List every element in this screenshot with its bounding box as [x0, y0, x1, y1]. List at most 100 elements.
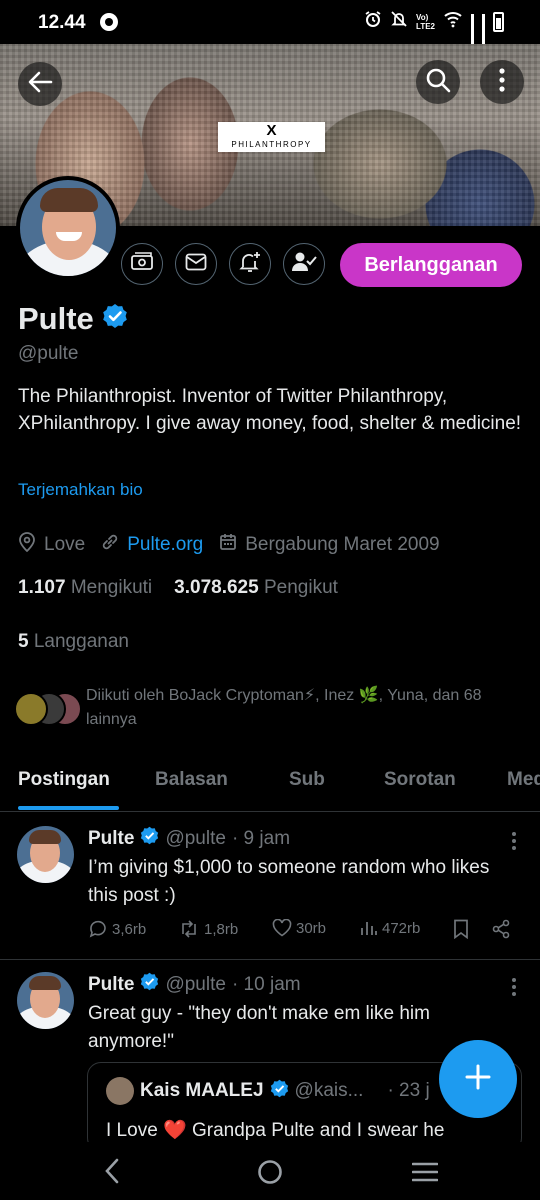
tab-posts[interactable]: Postingan — [18, 769, 110, 791]
profile-avatar[interactable] — [16, 176, 120, 280]
subscriptions-label: Langganan — [33, 631, 129, 652]
mute-icon — [390, 10, 408, 33]
views-icon — [361, 922, 377, 935]
verified-badge-icon — [140, 826, 159, 851]
repost-icon — [182, 920, 196, 938]
post-item[interactable]: Pulte @pulte · 9 jam I’m giving $1,000 t… — [0, 826, 540, 956]
profile-tabs: Postingan Balasan Sub Sorotan Media — [0, 764, 540, 812]
post-time: · 10 jam — [231, 973, 301, 995]
profile-name-text: Pulte — [18, 301, 94, 336]
post-time: · 9 jam — [231, 827, 291, 849]
like-button[interactable]: 30rb — [272, 919, 326, 937]
chevron-left-icon — [105, 1158, 119, 1184]
circle-home-icon — [258, 1160, 282, 1184]
like-count: 30rb — [296, 919, 327, 937]
followers-label: Pengikut — [263, 577, 338, 598]
back-button[interactable] — [18, 62, 62, 106]
arrow-left-icon — [27, 71, 53, 98]
post-more-icon[interactable] — [512, 832, 516, 850]
tab-media[interactable]: Media — [507, 769, 540, 791]
quote-handle: @kais... — [294, 1080, 364, 1101]
profile-handle: @pulte — [18, 343, 79, 364]
profile-actions — [121, 243, 325, 285]
following-button[interactable] — [283, 243, 325, 285]
quote-header: Kais MAALEJ @kais... · 23 j — [106, 1077, 430, 1105]
status-icons: Vo) LTE2 — [364, 10, 504, 49]
post-author[interactable]: Pulte — [88, 974, 134, 996]
post-header: Pulte @pulte · 9 jam — [88, 826, 290, 851]
link-icon — [101, 533, 119, 557]
nav-back-button[interactable] — [104, 1158, 120, 1189]
app-notification-icon — [100, 13, 118, 31]
tab-subs[interactable]: Sub — [289, 769, 325, 791]
network-label-line1: Vo) — [416, 12, 429, 22]
profile-joined-date: Bergabung Maret 2009 — [245, 534, 440, 555]
banner-logo: X PHILANTHROPY — [218, 122, 325, 152]
bookmark-button[interactable] — [453, 919, 469, 939]
subscribe-button[interactable]: Berlangganan — [340, 243, 522, 287]
compose-post-button[interactable] — [439, 1040, 517, 1118]
more-options-button[interactable] — [480, 60, 524, 104]
profile-stats: 1.107 Mengikuti 3.078.625 Pengikut — [18, 577, 338, 599]
subscriptions-stat[interactable]: 5 Langganan — [18, 631, 129, 653]
tab-replies[interactable]: Balasan — [155, 769, 228, 791]
post-divider — [0, 959, 540, 960]
signal-icon-1 — [471, 13, 474, 49]
system-nav-bar — [0, 1142, 540, 1200]
quote-time: · 23 j — [387, 1080, 430, 1101]
followers-stat[interactable]: 3.078.625 Pengikut — [174, 577, 338, 599]
banner-logo-text: PHILANTHROPY — [231, 140, 312, 149]
post-author[interactable]: Pulte — [88, 828, 134, 850]
profile-name: Pulte — [18, 301, 128, 337]
quote-avatar[interactable] — [106, 1077, 134, 1105]
tab-highlights[interactable]: Sorotan — [384, 769, 456, 791]
plus-icon — [464, 1063, 492, 1096]
followers-count: 3.078.625 — [174, 577, 259, 598]
avatar-hair — [29, 976, 61, 990]
active-tab-indicator — [18, 806, 119, 810]
subscriptions-count: 5 — [18, 631, 29, 652]
battery-icon — [493, 11, 504, 32]
views-button[interactable]: 472rb — [360, 919, 420, 937]
envelope-icon — [185, 253, 207, 276]
location-pin-icon — [18, 532, 36, 558]
post-handle: @pulte — [165, 973, 226, 995]
profile-bio: The Philanthropist. Inventor of Twitter … — [18, 386, 522, 434]
post-header: Pulte @pulte · 10 jam — [88, 972, 301, 997]
post-text: I’m giving $1,000 to someone random who … — [88, 857, 490, 906]
repost-button[interactable]: 1,8rb — [178, 919, 238, 939]
profile-location: Love — [44, 534, 86, 555]
signal-icon-2 — [482, 13, 485, 49]
post-avatar[interactable] — [17, 972, 74, 1029]
reply-button[interactable]: 3,6rb — [88, 919, 146, 939]
user-check-icon — [291, 251, 317, 278]
status-time: 12.44 — [38, 12, 86, 33]
translate-bio-link[interactable]: Terjemahkan bio — [18, 480, 143, 500]
quote-author[interactable]: Kais MAALEJ — [140, 1080, 264, 1102]
tip-button[interactable] — [121, 243, 163, 285]
following-label: Mengikuti — [70, 577, 153, 598]
verified-badge-icon[interactable] — [102, 301, 128, 337]
share-button[interactable] — [491, 919, 511, 939]
network-label: Vo) LTE2 — [416, 13, 435, 31]
profile-website-link[interactable]: Pulte.org — [127, 534, 203, 556]
notify-button[interactable] — [229, 243, 271, 285]
status-bar: 12.44 Vo) LTE2 — [0, 0, 540, 49]
post-text: Great guy - "they don't make em like him… — [88, 1003, 430, 1052]
following-stat[interactable]: 1.107 Mengikuti — [18, 577, 152, 599]
reply-count: 3,6rb — [112, 920, 147, 938]
post-more-icon[interactable] — [512, 978, 516, 996]
more-vertical-icon — [499, 67, 505, 97]
post-handle: @pulte — [165, 827, 226, 849]
avatar-hair — [40, 188, 98, 212]
reply-icon — [89, 920, 106, 938]
nav-recents-button[interactable] — [411, 1162, 439, 1187]
search-button[interactable] — [416, 60, 460, 104]
follower-avatar-1 — [14, 692, 48, 726]
message-button[interactable] — [175, 243, 217, 285]
post-actions: 3,6rb 1,8rb 30rb 472rb — [88, 919, 518, 943]
nav-home-button[interactable] — [257, 1159, 283, 1190]
post-avatar[interactable] — [17, 826, 74, 883]
followed-by-row[interactable]: Diikuti oleh BoJack Cryptoman⚡, Inez 🌿, … — [14, 684, 534, 734]
alarm-icon — [364, 10, 382, 33]
